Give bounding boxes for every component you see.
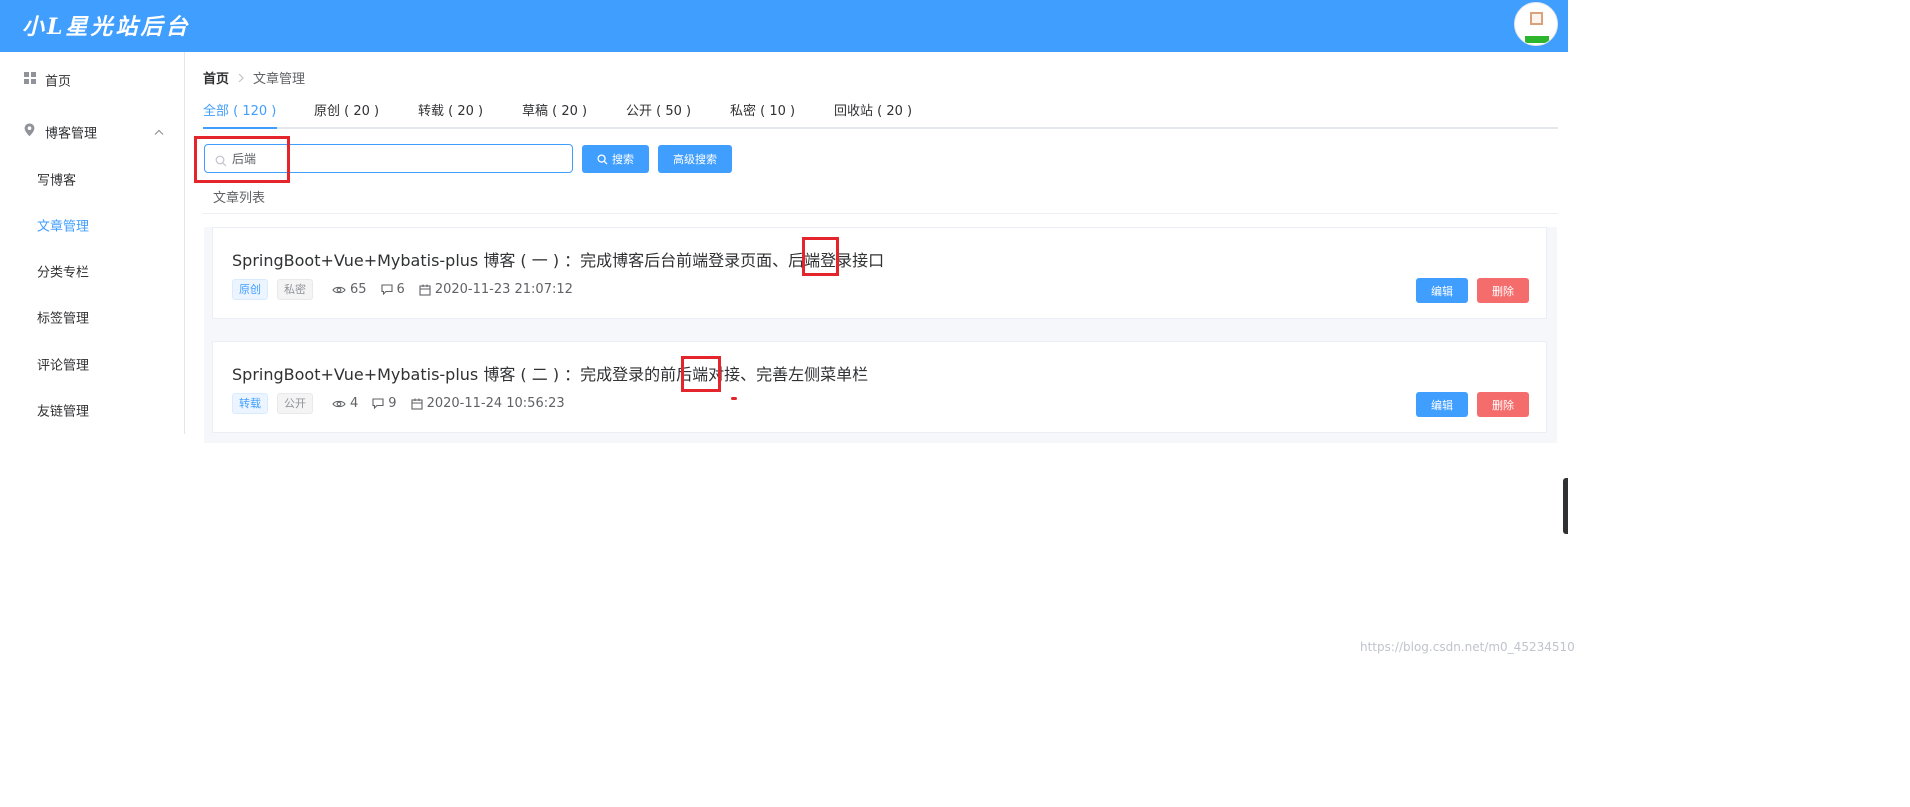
breadcrumb-home[interactable]: 首页 bbox=[203, 68, 229, 87]
sidebar-item-label: 首页 bbox=[45, 74, 72, 90]
breadcrumb: 首页 文章管理 bbox=[203, 68, 305, 87]
sidebar-subitem-friend-links[interactable]: 友链管理 bbox=[0, 387, 184, 433]
chevron-right-icon bbox=[238, 73, 244, 83]
sidebar-subitem-label: 评论管理 bbox=[37, 358, 90, 374]
edit-button[interactable]: 编辑 bbox=[1416, 392, 1468, 417]
publish-date: 2020-11-24 10:56:23 bbox=[411, 396, 565, 411]
tab-all[interactable]: 全部 ( 120 ) bbox=[203, 96, 276, 129]
visibility-tag: 公开 bbox=[277, 393, 313, 414]
highlight-box-keyword bbox=[802, 237, 839, 276]
edit-button[interactable]: 编辑 bbox=[1416, 278, 1468, 303]
tab-private[interactable]: 私密 ( 10 ) bbox=[730, 96, 795, 129]
date-value: 2020-11-23 21:07:12 bbox=[434, 282, 573, 297]
advanced-search-button[interactable]: 高级搜索 bbox=[658, 145, 732, 173]
site-logo[interactable]: 小L星光站后台 bbox=[22, 9, 190, 41]
delete-button[interactable]: 删除 bbox=[1477, 278, 1529, 303]
views-value: 4 bbox=[350, 396, 359, 411]
tab-original[interactable]: 原创 ( 20 ) bbox=[314, 96, 379, 129]
location-pin-icon bbox=[24, 123, 35, 141]
chevron-up-icon bbox=[154, 125, 164, 140]
sidebar-subitem-label: 友链管理 bbox=[37, 404, 90, 420]
article-filter-tabs: 全部 ( 120 ) 原创 ( 20 ) 转载 ( 20 ) 草稿 ( 20 )… bbox=[203, 96, 1558, 129]
article-row: SpringBoot+Vue+Mybatis-plus 博客 ( 一 ) ：完成… bbox=[204, 227, 1557, 341]
sidebar-subitem-write-blog[interactable]: 写博客 bbox=[0, 156, 184, 202]
views-count: 4 bbox=[332, 396, 358, 411]
sidebar-item-home[interactable]: 首页 bbox=[0, 57, 184, 103]
sidebar: 首页 博客管理 写博客 文章管理 分类专栏 标签管理 评论管理 友链管理 bbox=[0, 52, 185, 434]
visibility-tag: 私密 bbox=[277, 279, 313, 300]
date-value: 2020-11-24 10:56:23 bbox=[426, 396, 565, 411]
comments-value: 9 bbox=[388, 396, 397, 411]
sidebar-subitem-article-manage[interactable]: 文章管理 bbox=[0, 202, 184, 248]
tab-draft[interactable]: 草稿 ( 20 ) bbox=[522, 96, 587, 129]
breadcrumb-current: 文章管理 bbox=[253, 72, 306, 87]
type-tag: 转载 bbox=[232, 393, 268, 414]
article-row: SpringBoot+Vue+Mybatis-plus 博客 ( 二 ) ：完成… bbox=[204, 329, 1557, 443]
eye-icon bbox=[332, 286, 346, 293]
top-header: 小L星光站后台 bbox=[0, 0, 1568, 52]
publish-date: 2020-11-23 21:07:12 bbox=[419, 282, 573, 297]
sidebar-subitem-label: 分类专栏 bbox=[37, 265, 90, 281]
article-meta: 转载 公开 4 9 2020-11-24 10:56:23 bbox=[232, 393, 565, 414]
delete-button[interactable]: 删除 bbox=[1477, 392, 1529, 417]
article-title[interactable]: SpringBoot+Vue+Mybatis-plus 博客 ( 二 ) ：完成… bbox=[232, 361, 868, 385]
sidebar-subitem-tags[interactable]: 标签管理 bbox=[0, 294, 184, 340]
article-title[interactable]: SpringBoot+Vue+Mybatis-plus 博客 ( 一 ) ：完成… bbox=[232, 247, 884, 271]
tab-recycle-bin[interactable]: 回收站 ( 20 ) bbox=[834, 96, 912, 129]
user-avatar[interactable] bbox=[1514, 2, 1558, 46]
calendar-icon bbox=[411, 398, 423, 410]
type-tag: 原创 bbox=[232, 279, 268, 300]
highlight-box-keyword bbox=[681, 356, 721, 392]
comments-count: 6 bbox=[380, 282, 405, 297]
views-count: 65 bbox=[332, 282, 367, 297]
article-meta: 原创 私密 65 6 2020-11-23 21:07:12 bbox=[232, 279, 573, 300]
highlight-box-search bbox=[194, 136, 290, 183]
annotation-dot bbox=[731, 397, 737, 400]
search-icon bbox=[597, 153, 608, 165]
grid-icon bbox=[24, 72, 36, 88]
calendar-icon bbox=[419, 284, 431, 296]
sidebar-subitem-label: 写博客 bbox=[37, 173, 77, 189]
watermark-text: https://blog.csdn.net/m0_45234510 bbox=[1360, 640, 1575, 654]
tab-repost[interactable]: 转载 ( 20 ) bbox=[418, 96, 483, 129]
article-card: SpringBoot+Vue+Mybatis-plus 博客 ( 一 ) ：完成… bbox=[212, 227, 1547, 319]
comments-value: 6 bbox=[396, 282, 405, 297]
comments-count: 9 bbox=[372, 396, 397, 411]
sidebar-subitem-category[interactable]: 分类专栏 bbox=[0, 248, 184, 294]
sidebar-subitem-label: 文章管理 bbox=[37, 219, 90, 235]
article-card: SpringBoot+Vue+Mybatis-plus 博客 ( 二 ) ：完成… bbox=[212, 341, 1547, 433]
eye-icon bbox=[332, 400, 346, 407]
sidebar-item-label: 博客管理 bbox=[45, 126, 98, 142]
tab-public[interactable]: 公开 ( 50 ) bbox=[626, 96, 691, 129]
search-button-label: 搜索 bbox=[612, 153, 634, 166]
comment-icon bbox=[380, 284, 393, 295]
sidebar-subitem-label: 标签管理 bbox=[37, 311, 90, 327]
divider bbox=[203, 213, 1558, 214]
sidebar-item-blog-manage[interactable]: 博客管理 bbox=[0, 109, 184, 155]
scrollbar-handle[interactable] bbox=[1563, 478, 1568, 534]
comment-icon bbox=[372, 398, 384, 409]
avatar-grass-icon bbox=[1525, 36, 1549, 43]
article-list-title: 文章列表 bbox=[213, 191, 266, 206]
active-tab-indicator bbox=[203, 127, 277, 129]
views-value: 65 bbox=[350, 282, 367, 297]
search-button[interactable]: 搜索 bbox=[582, 145, 649, 173]
sidebar-subitem-comments[interactable]: 评论管理 bbox=[0, 341, 184, 387]
avatar-frame-icon bbox=[1530, 12, 1543, 25]
